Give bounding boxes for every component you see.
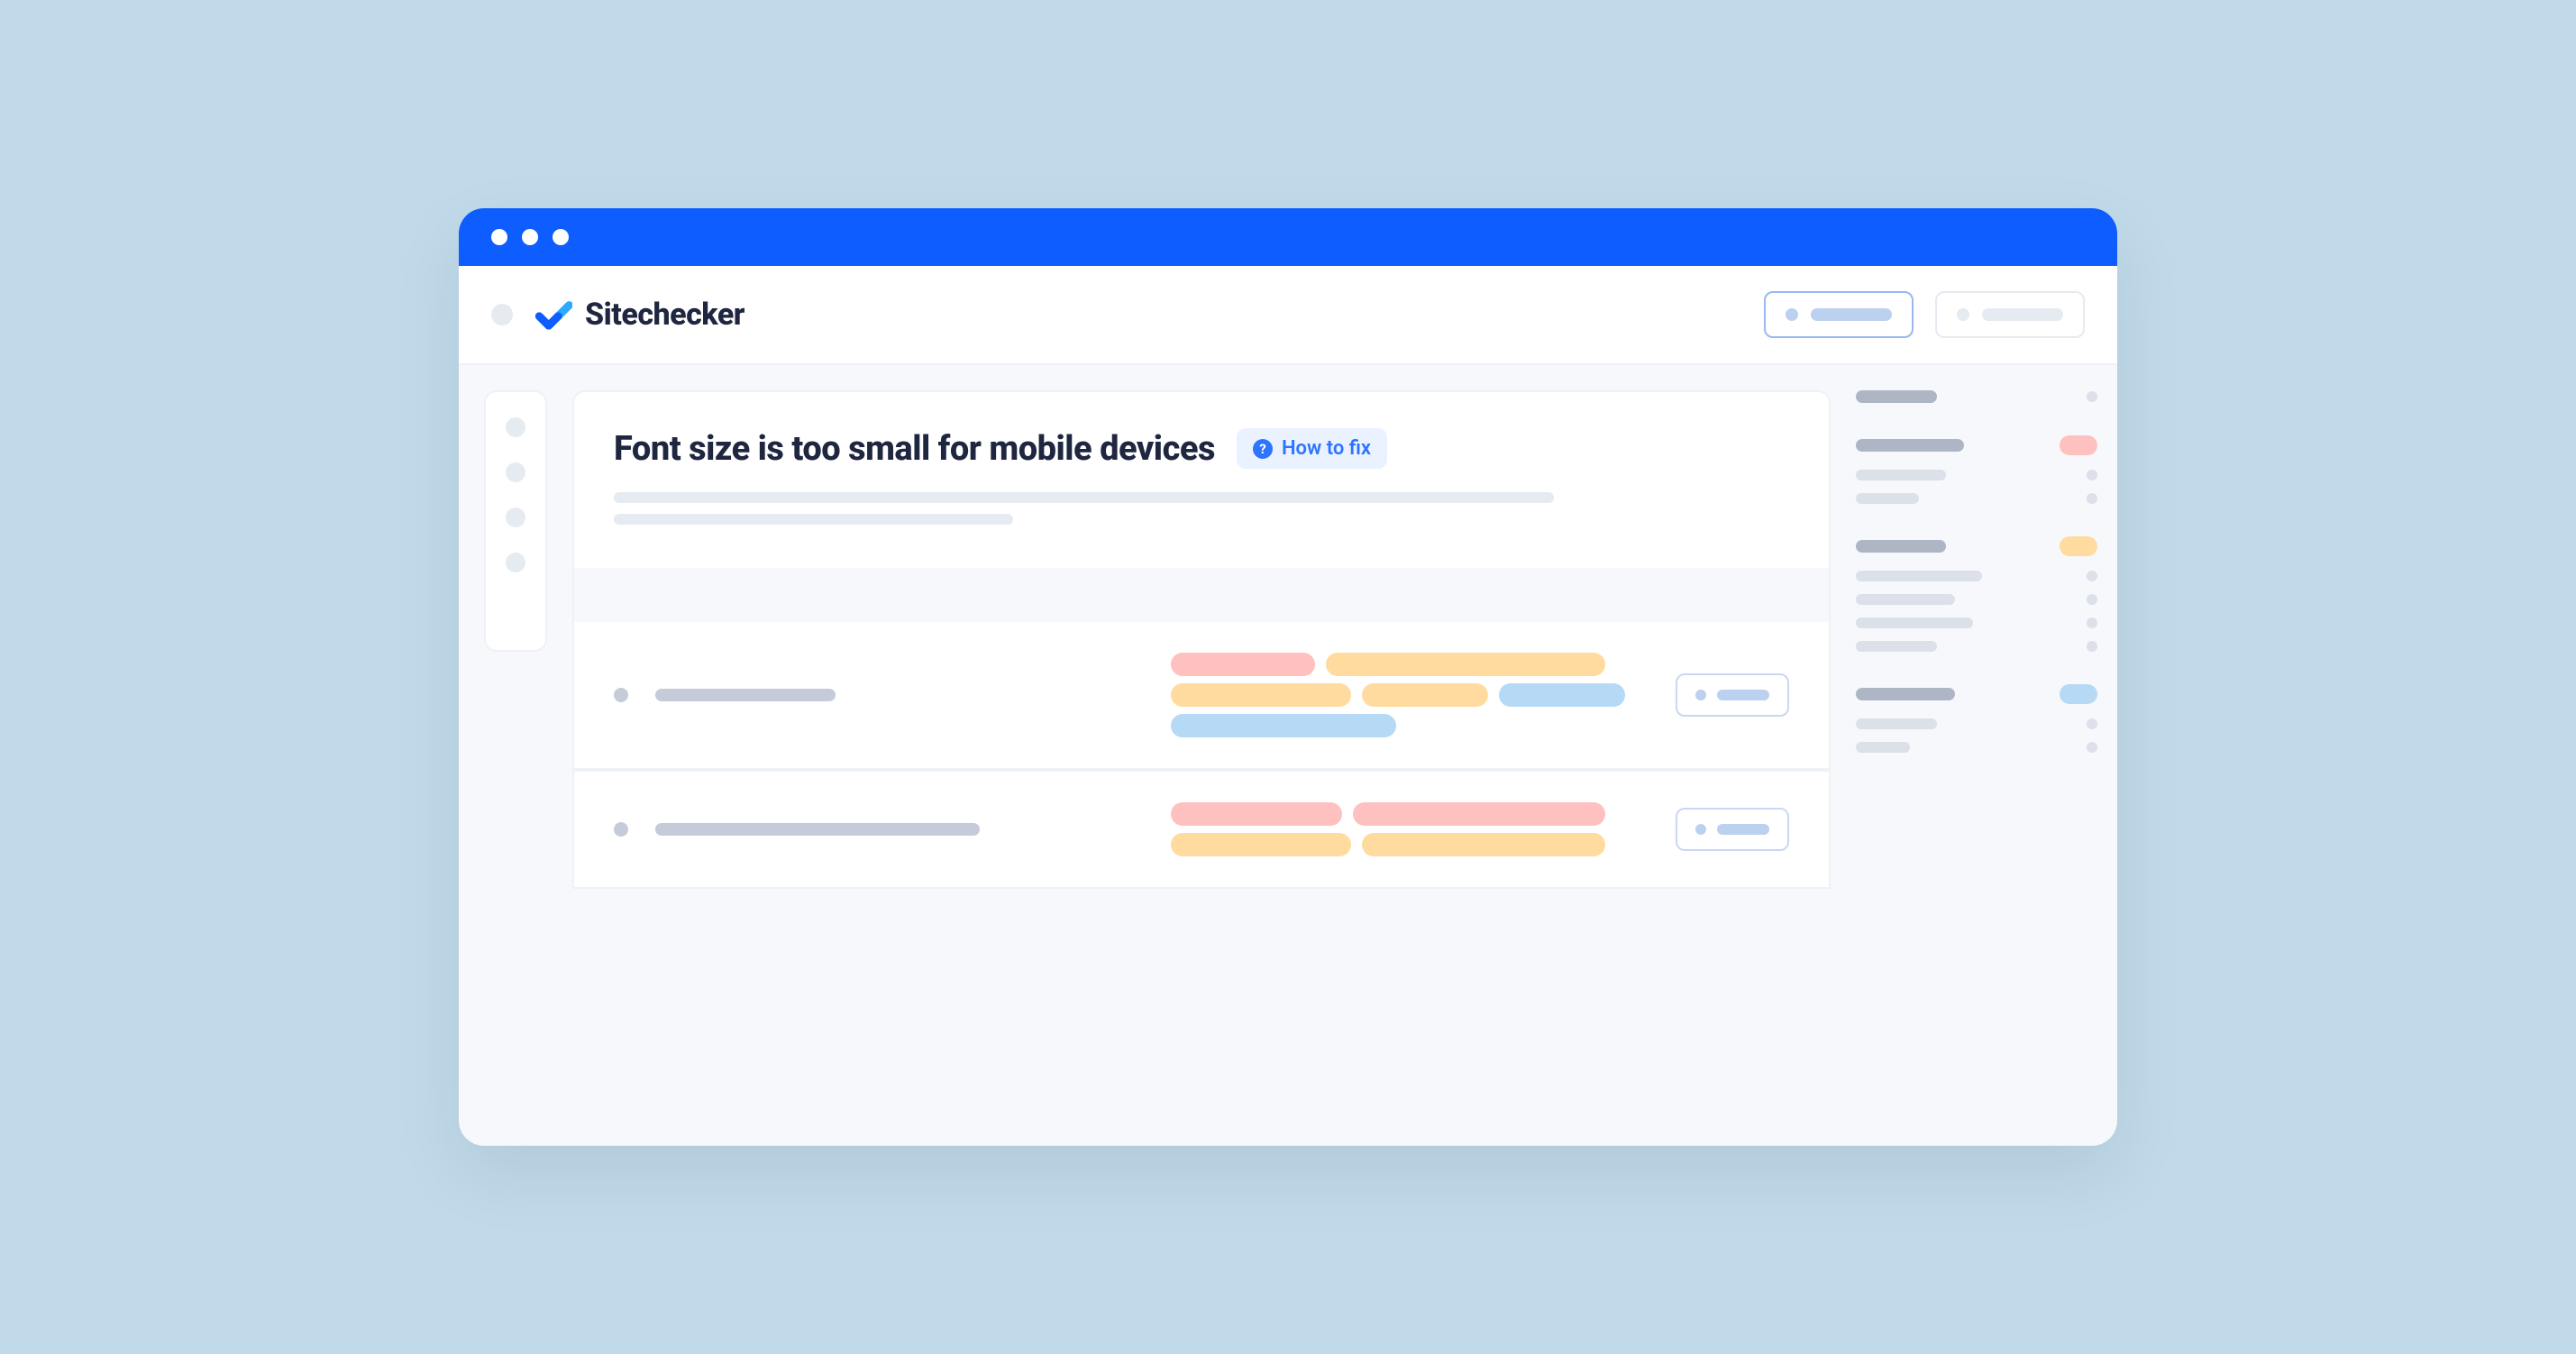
tag-pill	[1326, 653, 1605, 676]
top-bar: Sitechecker	[459, 266, 2117, 365]
tag-pill	[1362, 683, 1488, 707]
description-placeholder	[614, 492, 1554, 503]
status-badge	[2060, 536, 2097, 556]
list-header-gap	[572, 568, 1831, 622]
group-item[interactable]	[1856, 594, 1955, 605]
check-icon	[534, 296, 572, 334]
summary-group	[1856, 390, 2097, 403]
header-button-secondary[interactable]	[1935, 291, 2085, 338]
summary-group	[1856, 536, 2097, 652]
row-action-button[interactable]	[1676, 808, 1789, 851]
summary-group	[1856, 684, 2097, 753]
window-max-dot[interactable]	[553, 229, 569, 245]
group-count	[2087, 391, 2097, 402]
summary-panel	[1856, 390, 2117, 1146]
tag-pill	[1362, 833, 1605, 856]
group-item[interactable]	[1856, 470, 1946, 480]
question-icon: ?	[1253, 439, 1273, 459]
tag-pill	[1171, 833, 1351, 856]
status-badge	[2060, 435, 2097, 455]
tag-pill	[1499, 683, 1625, 707]
issue-card: Font size is too small for mobile device…	[572, 390, 1831, 568]
summary-group	[1856, 435, 2097, 504]
main-area: Font size is too small for mobile device…	[572, 390, 2117, 1146]
description-placeholder	[614, 514, 1013, 525]
sidebar-item[interactable]	[506, 417, 525, 437]
window-close-dot[interactable]	[491, 229, 507, 245]
how-to-fix-button[interactable]: ? How to fix	[1237, 428, 1387, 469]
status-badge	[2060, 684, 2097, 704]
group-item[interactable]	[1856, 742, 1910, 753]
group-item[interactable]	[1856, 718, 1937, 729]
body: Font size is too small for mobile device…	[459, 365, 2117, 1146]
content-column: Font size is too small for mobile device…	[572, 390, 1831, 1146]
tag-pill	[1171, 683, 1351, 707]
group-item[interactable]	[1856, 618, 1973, 628]
tag-group	[1171, 802, 1649, 856]
sidebar	[484, 390, 547, 652]
app-window: Sitechecker Font size is too small for m…	[459, 208, 2117, 1146]
row-url-placeholder	[655, 823, 980, 836]
issue-title: Font size is too small for mobile device…	[614, 429, 1215, 469]
issue-row	[572, 622, 1831, 770]
row-url-placeholder	[655, 689, 836, 701]
group-heading	[1856, 439, 1964, 452]
header-button-primary[interactable]	[1764, 291, 1914, 338]
group-heading	[1856, 688, 1955, 700]
group-item[interactable]	[1856, 571, 1982, 581]
group-heading	[1856, 540, 1946, 553]
how-to-fix-label: How to fix	[1282, 437, 1371, 460]
group-heading	[1856, 390, 1937, 403]
sidebar-item[interactable]	[506, 462, 525, 482]
tag-pill	[1171, 653, 1315, 676]
row-bullet	[614, 822, 628, 837]
tag-pill	[1171, 714, 1396, 737]
menu-icon[interactable]	[491, 304, 513, 325]
window-titlebar	[459, 208, 2117, 266]
tag-pill	[1353, 802, 1605, 826]
group-item[interactable]	[1856, 493, 1919, 504]
sidebar-item[interactable]	[506, 553, 525, 572]
tag-group	[1171, 653, 1649, 737]
issue-row	[572, 770, 1831, 889]
brand-name: Sitechecker	[585, 297, 744, 333]
window-min-dot[interactable]	[522, 229, 538, 245]
row-bullet	[614, 688, 628, 702]
group-item[interactable]	[1856, 641, 1937, 652]
tag-pill	[1171, 802, 1342, 826]
row-action-button[interactable]	[1676, 673, 1789, 717]
brand-logo[interactable]: Sitechecker	[534, 296, 744, 334]
sidebar-item[interactable]	[506, 508, 525, 527]
